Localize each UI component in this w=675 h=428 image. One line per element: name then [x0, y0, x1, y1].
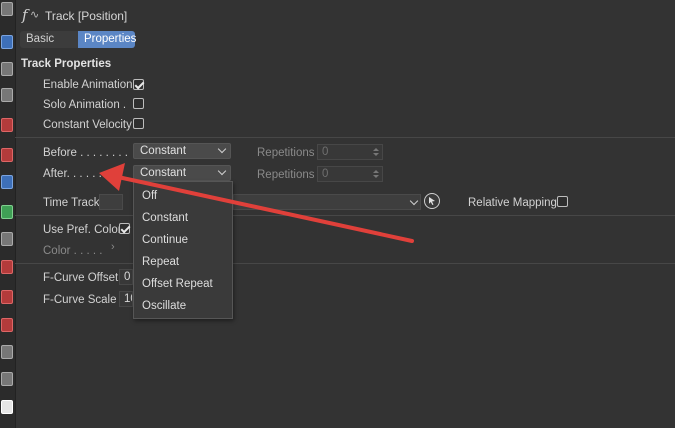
chevron-down-icon	[217, 166, 227, 176]
fcurve-offset-value: 0	[124, 271, 131, 283]
enable-animation-label: Enable Animation	[43, 79, 133, 91]
menu-item-constant[interactable]: Constant	[142, 212, 188, 224]
section-title: Track Properties	[21, 58, 112, 70]
after-select-value: Constant	[140, 167, 187, 179]
tool-icon-4[interactable]	[1, 88, 13, 102]
tool-icon-15[interactable]	[1, 400, 13, 414]
tool-icon-11[interactable]	[1, 290, 13, 304]
after-label: After. . . . . .	[43, 168, 102, 180]
fcurve-scale-field[interactable]: 10	[119, 291, 133, 307]
fcurve-scale-value: 10	[124, 293, 132, 305]
before-repetitions-value: 0	[322, 146, 329, 158]
chevron-down-icon	[217, 144, 227, 154]
solo-animation-checkbox[interactable]	[133, 98, 144, 109]
spin-up-icon[interactable]	[373, 170, 379, 173]
tab-basic[interactable]: Basic	[20, 31, 78, 48]
relative-mapping-checkbox[interactable]	[557, 196, 568, 207]
tool-strip	[0, 0, 16, 428]
spin-down-icon[interactable]	[373, 175, 379, 178]
enable-animation-checkbox[interactable]	[133, 79, 144, 90]
time-track-field-right[interactable]	[233, 194, 421, 210]
divider	[15, 215, 675, 216]
time-track-field[interactable]	[99, 194, 123, 210]
tool-icon-7[interactable]	[1, 175, 13, 189]
panel-title: Track [Position]	[45, 9, 128, 23]
tool-icon-5[interactable]	[1, 118, 13, 132]
after-repetitions-label: Repetitions	[257, 169, 315, 181]
before-select-value: Constant	[140, 145, 187, 157]
divider	[15, 263, 675, 264]
pick-object-icon[interactable]	[424, 193, 440, 209]
divider	[15, 137, 675, 138]
tool-icon-8[interactable]	[1, 205, 13, 219]
after-dropdown-menu: Off Constant Continue Repeat Offset Repe…	[133, 181, 233, 319]
fcurve-squiggle-icon: ∿	[30, 9, 40, 21]
before-repetitions-field[interactable]: 0	[317, 144, 383, 160]
tool-icon-13[interactable]	[1, 345, 13, 359]
tool-icon-14[interactable]	[1, 372, 13, 386]
before-repetitions-label: Repetitions	[257, 147, 315, 159]
use-pref-color-checkbox[interactable]	[119, 223, 130, 234]
before-label: Before . . . . . . . .	[43, 147, 129, 159]
relative-mapping-label: Relative Mapping	[468, 197, 557, 209]
after-repetitions-field[interactable]: 0	[317, 166, 383, 182]
before-select[interactable]: Constant	[133, 143, 231, 159]
cube-icon[interactable]	[1, 35, 13, 49]
fcurve-icon: f	[22, 6, 28, 24]
tool-icon-1[interactable]	[1, 2, 13, 16]
use-pref-color-label: Use Pref. Color	[43, 224, 122, 236]
tool-icon-10[interactable]	[1, 260, 13, 274]
time-track-label: Time Track	[43, 197, 100, 209]
fcurve-offset-label: F-Curve Offset	[43, 272, 119, 284]
tab-properties[interactable]: Properties	[78, 31, 136, 48]
after-select[interactable]: Constant	[133, 165, 231, 181]
tool-icon-12[interactable]	[1, 318, 13, 332]
constant-velocity-checkbox[interactable]	[133, 118, 144, 129]
chevron-down-icon	[409, 196, 419, 206]
chevron-right-icon[interactable]: ›	[111, 241, 115, 253]
fcurve-scale-label: F-Curve Scale	[43, 294, 117, 306]
solo-animation-label: Solo Animation .	[43, 99, 127, 111]
menu-item-off[interactable]: Off	[142, 190, 157, 202]
after-repetitions-value: 0	[322, 168, 329, 180]
fcurve-offset-field[interactable]: 0	[119, 269, 133, 285]
tool-icon-3[interactable]	[1, 62, 13, 76]
tool-icon-9[interactable]	[1, 232, 13, 246]
tool-icon-6[interactable]	[1, 148, 13, 162]
constant-velocity-label: Constant Velocity	[43, 119, 132, 131]
menu-item-continue[interactable]: Continue	[142, 234, 188, 246]
spin-up-icon[interactable]	[373, 148, 379, 151]
menu-item-offset-repeat[interactable]: Offset Repeat	[142, 278, 213, 290]
menu-item-oscillate[interactable]: Oscillate	[142, 300, 186, 312]
attribute-panel: f ∿ Track [Position] Basic Properties Tr…	[15, 0, 675, 428]
menu-item-repeat[interactable]: Repeat	[142, 256, 179, 268]
spin-down-icon[interactable]	[373, 153, 379, 156]
color-label: Color . . . . .	[43, 245, 103, 257]
